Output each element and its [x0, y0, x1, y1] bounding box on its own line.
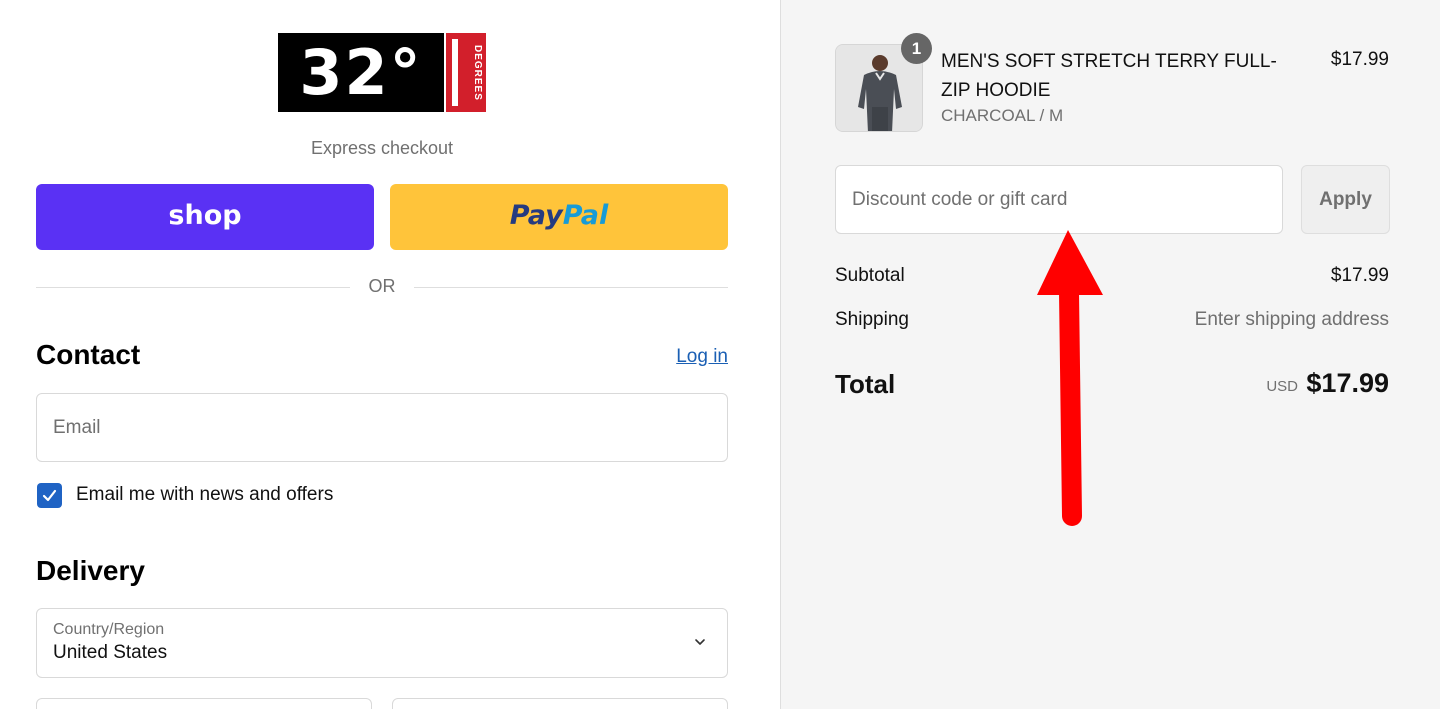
shipping-value: Enter shipping address [1194, 309, 1389, 330]
discount-placeholder: Discount code or gift card [852, 189, 1068, 210]
paypal-pal-text: Pal [562, 200, 609, 231]
product-name: MEN'S SOFT STRETCH TERRY FULL-ZIP HOODIE [941, 51, 1277, 101]
discount-code-input[interactable]: Discount code or gift card [835, 165, 1283, 234]
product-price: $17.99 [1330, 49, 1389, 70]
newsletter-checkbox[interactable] [37, 483, 62, 508]
shop-pay-label: shop [168, 200, 242, 231]
country-select[interactable]: Country/Region United States [36, 608, 728, 678]
login-link[interactable]: Log in [640, 346, 728, 368]
express-checkout-label: Express checkout [310, 138, 454, 158]
logo-number: 32° [299, 36, 423, 109]
order-summary-panel: 1 MEN'S SOFT STRETCH TERRY FULL-ZIP HOOD… [780, 0, 1440, 709]
shipping-label: Shipping [835, 309, 909, 330]
contact-heading: Contact [36, 339, 141, 370]
total-value: $17.99 [1306, 368, 1389, 398]
product-variant: CHARCOAL / M [941, 106, 1064, 125]
subtotal-value: $17.99 [1330, 265, 1389, 286]
store-logo[interactable]: 32° DEGREES [278, 33, 486, 113]
divider-line-right [414, 287, 728, 288]
subtotal-label: Subtotal [835, 265, 905, 286]
paypal-pay-text: Pay [509, 200, 563, 231]
checkout-form-panel: 32° DEGREES Express checkout shop PayPal… [0, 0, 780, 709]
country-label: Country/Region [53, 621, 165, 638]
newsletter-label: Email me with news and offers [76, 484, 334, 505]
chevron-down-icon [695, 639, 705, 645]
paypal-button[interactable]: PayPal [390, 184, 728, 250]
quantity-badge: 1 [901, 33, 932, 64]
delivery-heading: Delivery [36, 555, 145, 586]
country-value: United States [53, 642, 168, 663]
shop-pay-button[interactable]: shop [36, 184, 374, 250]
last-name-field[interactable] [392, 698, 728, 709]
logo-side-text: DEGREES [472, 44, 483, 101]
currency-code: USD [1266, 378, 1298, 395]
total-label: Total [835, 369, 896, 399]
divider-line-left [36, 287, 350, 288]
email-field[interactable]: Email [36, 393, 728, 462]
first-name-field[interactable] [36, 698, 372, 709]
apply-discount-button[interactable]: Apply [1301, 165, 1390, 234]
checkmark-icon [42, 489, 57, 502]
email-placeholder: Email [53, 417, 101, 438]
or-divider-text: OR [368, 276, 396, 296]
